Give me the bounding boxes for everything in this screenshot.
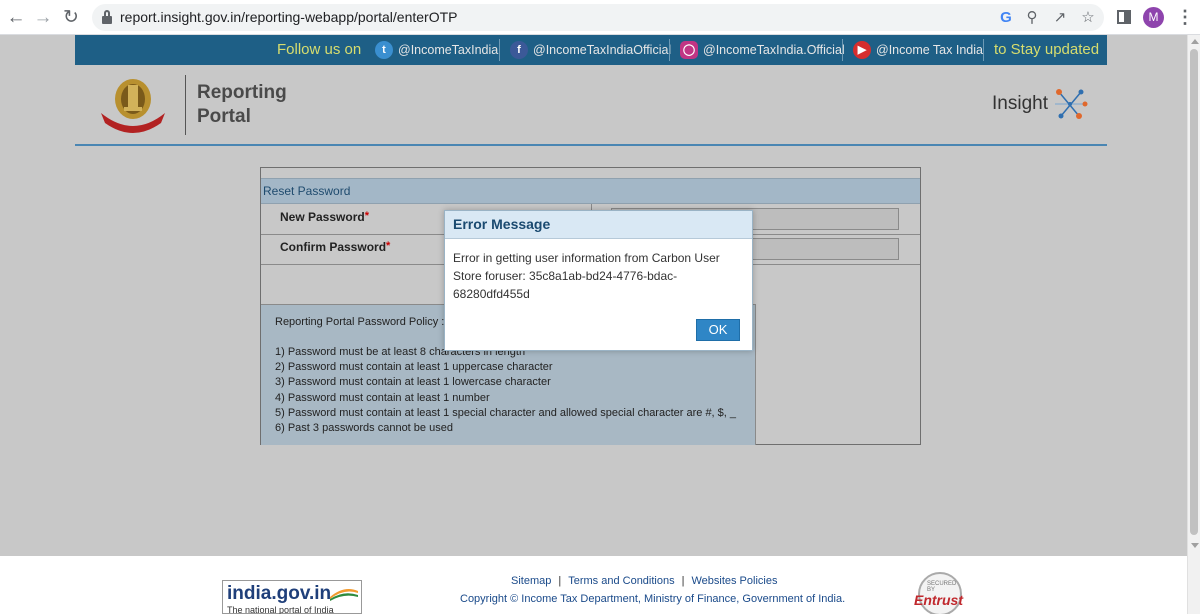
profile-avatar[interactable]: M xyxy=(1143,7,1164,28)
scrollbar[interactable] xyxy=(1187,35,1200,614)
policy-rule: 3) Password must contain at least 1 lowe… xyxy=(275,376,551,389)
error-dialog: Error Message Error in getting user info… xyxy=(444,210,753,351)
url-text[interactable]: report.insight.gov.in/reporting-webapp/p… xyxy=(120,9,457,25)
divider xyxy=(669,39,670,61)
follow-text: Follow us on xyxy=(277,41,362,58)
website-policies-link[interactable]: Websites Policies xyxy=(691,575,777,587)
arrow-right-icon[interactable]: → xyxy=(31,6,55,30)
lock-icon[interactable] xyxy=(102,10,112,24)
browser-toolbar: ← → ↻ report.insight.gov.in/reporting-we… xyxy=(0,0,1200,35)
new-password-label: New Password* xyxy=(280,210,369,224)
section-title: Reset Password xyxy=(263,184,351,198)
header-divider xyxy=(185,75,186,135)
income-tax-emblem-icon xyxy=(101,79,165,133)
youtube-icon: ▶ xyxy=(853,41,871,59)
twitter-link[interactable]: t @IncomeTaxIndia xyxy=(375,41,498,61)
facebook-icon: f xyxy=(510,41,528,59)
star-icon[interactable]: ☆ xyxy=(1078,8,1098,28)
youtube-link[interactable]: ▶ @Income Tax India xyxy=(853,41,983,61)
footer-links: Sitemap | Terms and Conditions | Websites Po… xyxy=(511,575,778,587)
scroll-down-icon[interactable] xyxy=(1191,543,1199,548)
divider xyxy=(499,39,500,61)
policy-rule: 4) Password must contain at least 1 numb… xyxy=(275,391,490,404)
divider xyxy=(983,39,984,61)
page-title: Reporting Portal xyxy=(197,82,287,127)
google-icon[interactable]: G xyxy=(996,8,1016,28)
site-footer: india.gov.in The national portal of Indi… xyxy=(0,556,1187,614)
ok-button[interactable]: OK xyxy=(696,319,740,341)
entrust-seal[interactable]: SECURED BY Entrust xyxy=(912,572,968,614)
instagram-link[interactable]: ◯ @IncomeTaxIndia.Official xyxy=(680,41,845,61)
facebook-link[interactable]: f @IncomeTaxIndiaOfficial xyxy=(510,41,671,61)
address-bar[interactable]: report.insight.gov.in/reporting-webapp/p… xyxy=(92,4,1104,31)
india-flag-icon xyxy=(330,589,358,601)
stay-updated-text: to Stay updated xyxy=(994,41,1100,58)
arrow-left-icon[interactable]: ← xyxy=(4,6,28,30)
policy-rule: 6) Past 3 passwords cannot be used xyxy=(275,422,453,435)
confirm-password-label: Confirm Password* xyxy=(280,240,391,254)
error-message: Error in getting user information from C… xyxy=(453,251,720,301)
entrust-brand: Entrust xyxy=(914,592,963,608)
reload-icon[interactable]: ↻ xyxy=(59,6,83,30)
policy-rule: 5) Password must contain at least 1 spec… xyxy=(275,406,737,419)
dialog-title: Error Message xyxy=(453,216,551,232)
menu-icon[interactable]: ⋮ xyxy=(1176,6,1194,28)
india-gov-logo[interactable]: india.gov.in The national portal of Indi… xyxy=(222,580,362,614)
dialog-header: Error Message xyxy=(445,211,752,239)
india-gov-title: india.gov.in xyxy=(227,583,332,604)
side-panel-icon[interactable] xyxy=(1117,10,1131,24)
copyright-text: Copyright © Income Tax Department, Minis… xyxy=(460,593,846,605)
site-header: Reporting Portal Insight xyxy=(75,65,1107,146)
policy-title: Reporting Portal Password Policy : xyxy=(275,316,445,328)
scrollbar-thumb[interactable] xyxy=(1190,49,1198,535)
instagram-icon: ◯ xyxy=(680,41,698,59)
social-bar: Follow us on t @IncomeTaxIndia f @IncomeTa… xyxy=(75,35,1107,65)
divider xyxy=(842,39,843,61)
policy-rule: 2) Password must contain at least 1 uppe… xyxy=(275,361,553,374)
form-section-header: Reset Password xyxy=(261,178,920,204)
twitter-icon: t xyxy=(375,41,393,59)
share-icon[interactable]: ↗ xyxy=(1050,8,1070,28)
insight-brand: Insight xyxy=(992,93,1048,114)
key-icon[interactable]: ⚲ xyxy=(1022,8,1042,28)
india-gov-subtitle: The national portal of India xyxy=(227,605,334,614)
sitemap-link[interactable]: Sitemap xyxy=(511,575,551,587)
scroll-up-icon[interactable] xyxy=(1191,39,1199,44)
terms-link[interactable]: Terms and Conditions xyxy=(568,575,674,587)
insight-logo-icon xyxy=(1055,89,1088,119)
